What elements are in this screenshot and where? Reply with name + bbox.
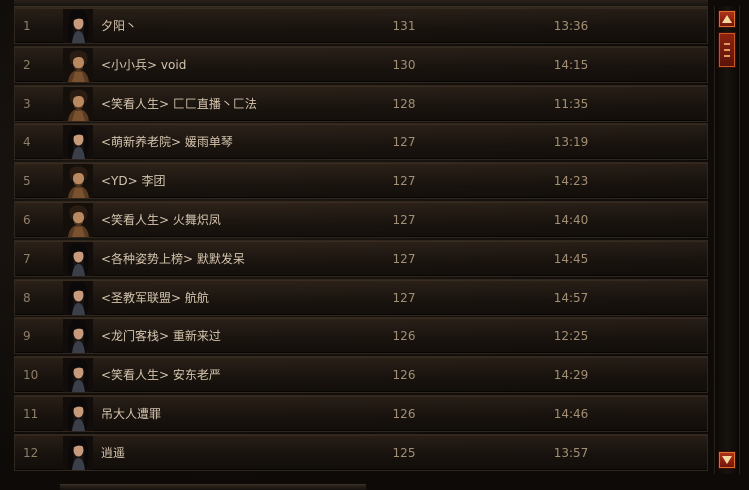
- rank-number: 1: [23, 19, 31, 33]
- completion-time: 14:29: [553, 368, 589, 383]
- leaderboard-row[interactable]: 5 <YD> 李团 127 14:23: [14, 162, 708, 200]
- female-portrait-icon: [63, 319, 93, 354]
- rank-number: 6: [23, 212, 31, 227]
- completion-time: 14:57: [553, 290, 589, 305]
- female-portrait-icon: [63, 9, 93, 43]
- female-portrait-icon: [63, 396, 93, 431]
- rift-level: 126: [392, 406, 416, 421]
- rift-level: 127: [392, 174, 416, 189]
- rift-level: 127: [392, 251, 416, 266]
- rift-level: 126: [392, 368, 416, 383]
- rank-number: 9: [23, 329, 31, 344]
- male-portrait-icon: [63, 202, 93, 237]
- rank-number: 2: [23, 57, 31, 72]
- player-name: 逍遥: [101, 445, 126, 460]
- grip-line: [724, 49, 730, 51]
- grip-line: [724, 55, 730, 57]
- female-portrait-icon: [63, 241, 93, 276]
- player-name: 夕阳丶: [101, 19, 138, 33]
- completion-time: 13:57: [553, 445, 589, 460]
- player-name: <萌新养老院> 媛雨单琴: [101, 135, 233, 150]
- leaderboard-row[interactable]: 12 逍遥 125 13:57: [14, 433, 708, 471]
- rift-level: 127: [392, 212, 416, 227]
- rift-level: 130: [392, 57, 416, 72]
- player-name: <YD> 李团: [101, 174, 166, 189]
- top-divider: [14, 0, 708, 7]
- player-name: <笑看人生> 安东老严: [101, 368, 221, 383]
- player-name: 吊大人遭罪: [101, 406, 162, 421]
- arrow-up-icon: [722, 15, 732, 23]
- rank-number: 12: [23, 445, 39, 460]
- player-name: <各种姿势上榜> 默默发呆: [101, 251, 245, 266]
- leaderboard-row[interactable]: 3 <笑看人生> 匚匚直播丶匚法 128 11:35: [14, 84, 708, 122]
- leaderboard-list: 1 夕阳丶 131 13:36 2 <小小兵> void 130 14:15 3…: [14, 7, 708, 473]
- completion-time: 14:45: [553, 251, 589, 266]
- completion-time: 14:46: [553, 406, 589, 421]
- rank-number: 10: [23, 368, 39, 383]
- leaderboard-row[interactable]: 2 <小小兵> void 130 14:15: [14, 45, 708, 83]
- rift-level: 128: [392, 96, 416, 111]
- player-name: <龙门客栈> 重新来过: [101, 329, 221, 344]
- bottom-divider: [60, 484, 366, 490]
- leaderboard-row[interactable]: 4 <萌新养老院> 媛雨单琴 127 13:19: [14, 123, 708, 161]
- leaderboard-row[interactable]: 1 夕阳丶 131 13:36: [14, 7, 708, 44]
- rift-level: 127: [392, 135, 416, 150]
- leaderboard-row[interactable]: 10 <笑看人生> 安东老严 126 14:29: [14, 356, 708, 394]
- leaderboard-row[interactable]: 6 <笑看人生> 火舞炽凤 127 14:40: [14, 200, 708, 238]
- leaderboard-panel: 1 夕阳丶 131 13:36 2 <小小兵> void 130 14:15 3…: [0, 0, 749, 490]
- completion-time: 11:35: [553, 96, 589, 111]
- female-portrait-icon: [63, 125, 93, 160]
- male-portrait-icon: [63, 47, 93, 82]
- rift-level: 125: [392, 445, 416, 460]
- female-portrait-icon: [63, 358, 93, 393]
- rank-number: 4: [23, 135, 31, 150]
- rift-level: 127: [392, 290, 416, 305]
- leaderboard-row[interactable]: 9 <龙门客栈> 重新来过 126 12:25: [14, 317, 708, 355]
- player-name: <圣教军联盟> 航航: [101, 290, 209, 305]
- leaderboard-row[interactable]: 7 <各种姿势上榜> 默默发呆 127 14:45: [14, 239, 708, 277]
- female-portrait-icon: [63, 435, 93, 470]
- male-portrait-icon: [63, 86, 93, 121]
- arrow-down-icon: [722, 456, 732, 464]
- rank-number: 8: [23, 290, 31, 305]
- rank-number: 3: [23, 96, 31, 111]
- rift-level: 131: [392, 19, 416, 33]
- completion-time: 14:15: [553, 57, 589, 72]
- completion-time: 13:36: [553, 19, 589, 33]
- leaderboard-row[interactable]: 11 吊大人遭罪 126 14:46: [14, 394, 708, 432]
- grip-line: [724, 43, 730, 45]
- scroll-up-button[interactable]: [718, 10, 736, 28]
- rank-number: 5: [23, 174, 31, 189]
- rank-number: 7: [23, 251, 31, 266]
- rank-number: 11: [23, 406, 39, 421]
- scroll-thumb[interactable]: [718, 32, 736, 68]
- completion-time: 14:40: [553, 212, 589, 227]
- leaderboard-row[interactable]: 8 <圣教军联盟> 航航 127 14:57: [14, 278, 708, 316]
- scrollbar[interactable]: [714, 6, 740, 474]
- completion-time: 14:23: [553, 174, 589, 189]
- rift-level: 126: [392, 329, 416, 344]
- player-name: <笑看人生> 火舞炽凤: [101, 212, 221, 227]
- scroll-down-button[interactable]: [718, 451, 736, 469]
- completion-time: 13:19: [553, 135, 589, 150]
- completion-time: 12:25: [553, 329, 589, 344]
- player-name: <笑看人生> 匚匚直播丶匚法: [101, 96, 257, 111]
- male-portrait-icon: [63, 164, 93, 199]
- female-portrait-icon: [63, 280, 93, 315]
- player-name: <小小兵> void: [101, 57, 187, 72]
